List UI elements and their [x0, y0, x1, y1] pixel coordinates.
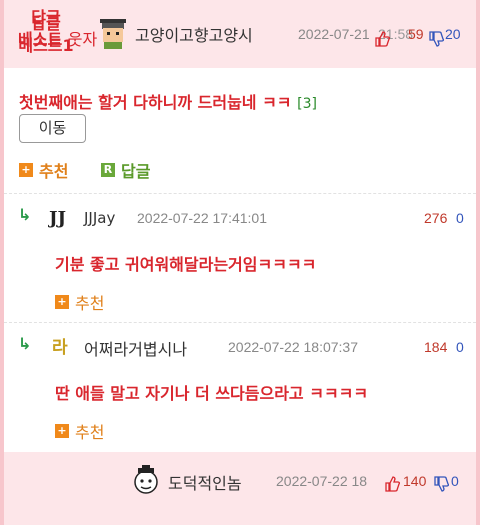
comment-text: 첫번째애는 할거 다하니까 드러눕네 ㅋㅋ [3]	[19, 89, 317, 113]
reply-arrow-icon: ↳	[18, 205, 32, 224]
comment-date: 2022-07-22 18	[276, 473, 368, 489]
best-badge-suffix: 웃자	[67, 30, 98, 49]
thumbs-up-icon[interactable]	[384, 476, 400, 492]
plus-icon: +	[19, 163, 33, 177]
svg-text:JJ: JJ	[48, 208, 66, 229]
reply-count[interactable]: [3]	[297, 96, 317, 112]
upvote-count: 59	[408, 26, 424, 42]
reply-label: 답글	[121, 162, 151, 181]
thumbs-down-icon[interactable]	[433, 476, 449, 492]
svg-text:라: 라	[52, 338, 68, 358]
thumbs-up-icon[interactable]	[374, 31, 390, 47]
downvote-count: 0	[451, 473, 459, 489]
reply-body: 딴 애들 말고 자기나 더 쓰다듬으라고 ㅋㅋㅋㅋ	[55, 384, 369, 403]
divider	[4, 322, 476, 323]
upvote-count: 140	[403, 473, 427, 489]
comment-body: 첫번째애는 할거 다하니까 드러눕네 ㅋㅋ	[19, 93, 292, 112]
downvote-count: 0	[456, 210, 464, 226]
plus-icon: +	[55, 295, 69, 309]
author-nickname[interactable]: 어쩌라거볍시나	[84, 336, 187, 360]
author-nickname[interactable]: 도덕적인놈	[168, 470, 242, 494]
upvote-count: 276	[424, 210, 448, 226]
thumbs-down-icon[interactable]	[428, 31, 444, 47]
avatar-icon[interactable]: 라	[50, 334, 74, 358]
comment-date: 2022-07-21	[298, 26, 370, 42]
author-nickname[interactable]: 고양이고향고양시	[135, 22, 253, 46]
author-nickname[interactable]: JJJay	[84, 209, 115, 227]
downvote-count: 20	[445, 26, 461, 42]
recommend-button[interactable]: + 추천	[55, 290, 104, 314]
reply-r-icon: R	[101, 163, 115, 177]
upvote-count: 184	[424, 339, 448, 355]
avatar-icon[interactable]: JJ	[48, 204, 74, 230]
divider	[4, 193, 476, 194]
avatar-icon[interactable]	[131, 465, 161, 495]
comment-date: 2022-07-22 18:07:37	[228, 339, 358, 355]
best-badge-line1: 답글	[31, 8, 61, 27]
recommend-label: 추천	[75, 294, 105, 313]
recommend-label: 추천	[75, 423, 105, 442]
downvote-count: 0	[456, 339, 464, 355]
recommend-label: 추천	[39, 162, 69, 181]
best-badge: 답글 베스트 웃자	[10, 7, 97, 51]
avatar-icon[interactable]	[98, 19, 128, 49]
comment-date: 2022-07-22 17:41:01	[137, 210, 267, 226]
best-badge-line2: 베스트	[18, 30, 63, 49]
reply-body: 기분 좋고 귀여워해달라는거임ㅋㅋㅋㅋ	[55, 255, 317, 274]
plus-icon: +	[55, 424, 69, 438]
reply-button[interactable]: R 답글	[101, 158, 150, 182]
move-button[interactable]: 이동	[19, 114, 86, 143]
reply-arrow-icon: ↳	[18, 334, 32, 353]
recommend-button[interactable]: + 추천	[55, 419, 104, 443]
recommend-button[interactable]: + 추천	[19, 158, 68, 182]
